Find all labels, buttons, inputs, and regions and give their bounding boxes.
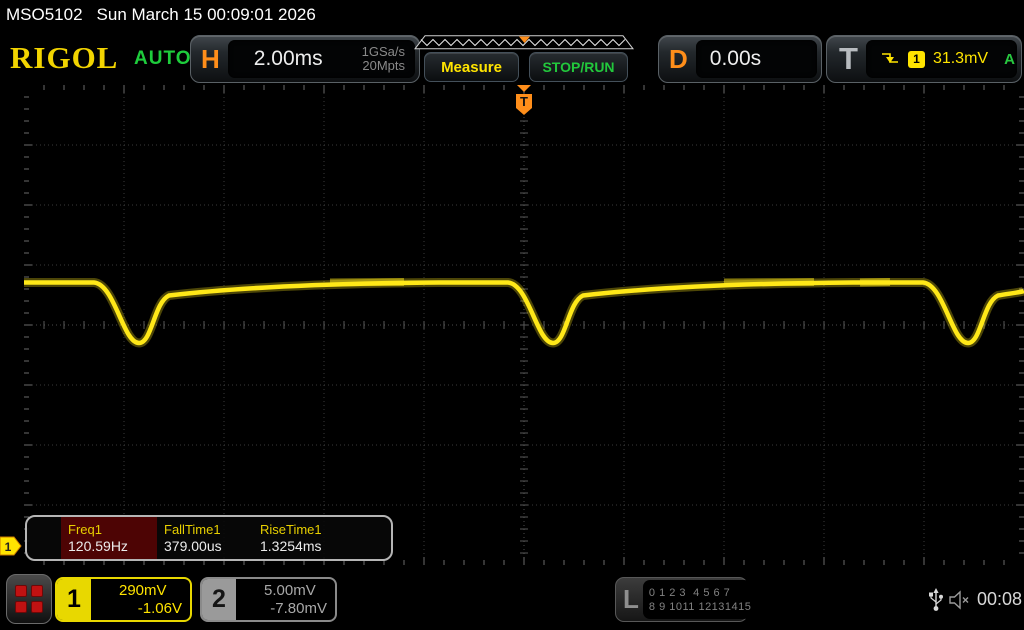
measurement-falltime[interactable]: FallTime1 379.00us xyxy=(157,517,253,559)
channel-2-scale: 5.00mV xyxy=(264,582,316,599)
measurement-value: 379.00us xyxy=(164,538,253,555)
channel-1-values: 290mV -1.06V xyxy=(91,579,190,620)
measurement-label: FallTime1 xyxy=(164,522,253,538)
horizontal-values: 2.00ms 1GSa/s 20Mpts xyxy=(228,40,415,78)
svg-text:1: 1 xyxy=(5,540,12,554)
acquisition-mode-status: AUTO xyxy=(134,48,191,70)
delay-values: 0.00s xyxy=(696,40,817,78)
logic-channel-list: 0 1 2 3 4 5 6 7 8 9 1011 12131415 xyxy=(643,580,752,619)
trigger-level-value: 31.3mV xyxy=(933,50,988,68)
channel-2-values: 5.00mV -7.80mV xyxy=(236,579,335,620)
measurement-risetime[interactable]: RiseTime1 1.3254ms xyxy=(253,517,349,559)
horizontal-settings-box[interactable]: H 2.00ms 1GSa/s 20Mpts xyxy=(190,35,420,83)
title-bar: MSO5102 Sun March 15 00:09:01 2026 xyxy=(6,5,316,25)
menu-grid-icon xyxy=(15,585,43,613)
ch1-ground-marker[interactable]: 1 xyxy=(0,536,22,556)
h-label: H xyxy=(191,44,228,75)
rigol-logo: RIGOL xyxy=(10,40,118,76)
measurement-label: Freq1 xyxy=(68,522,157,538)
delay-settings-box[interactable]: D 0.00s xyxy=(658,35,822,83)
scope-display-area[interactable]: T Freq1 120.59Hz FallTime1 379.00us Rise… xyxy=(24,85,1024,565)
t-label: T xyxy=(827,41,866,77)
channel-1-number: 1 xyxy=(57,579,91,620)
channel-1-block[interactable]: 1 290mV -1.06V xyxy=(55,577,192,622)
trigger-settings-box[interactable]: T 1 31.3mV A xyxy=(826,35,1022,83)
waveform-overview-bar[interactable] xyxy=(413,35,635,50)
measurement-freq[interactable]: Freq1 120.59Hz xyxy=(61,517,157,559)
trigger-values: 1 31.3mV A xyxy=(866,40,1017,78)
measurement-value: 120.59Hz xyxy=(68,538,157,555)
measurement-label: RiseTime1 xyxy=(260,522,349,538)
measurement-panel[interactable]: Freq1 120.59Hz FallTime1 379.00us RiseTi… xyxy=(25,515,393,561)
main-menu-button[interactable] xyxy=(6,574,52,624)
delay-value: 0.00s xyxy=(710,47,761,71)
logic-label: L xyxy=(616,584,643,615)
datetime-text: Sun March 15 00:09:01 2026 xyxy=(97,5,316,24)
sample-rate: 1GSa/s xyxy=(362,45,405,59)
model-name: MSO5102 xyxy=(6,5,83,24)
sample-rate-block: 1GSa/s 20Mpts xyxy=(362,45,405,73)
logic-row-2: 8 9 1011 12131415 xyxy=(649,600,752,614)
oscilloscope-screen: MSO5102Sun March 15 00:09:01 2026 RIGOL … xyxy=(0,0,1024,630)
timebase-value: 2.00ms xyxy=(254,47,323,71)
logic-row-1: 0 1 2 3 4 5 6 7 xyxy=(649,586,752,600)
measure-button[interactable]: Measure xyxy=(424,52,519,82)
uptime-clock: 00:08 xyxy=(977,589,1022,610)
trigger-source-badge: 1 xyxy=(908,51,925,68)
usb-icon xyxy=(928,587,944,613)
trigger-coupling: A xyxy=(1004,51,1015,68)
channel-2-offset: -7.80mV xyxy=(244,600,327,617)
channel-1-scale: 290mV xyxy=(119,582,167,599)
channel-1-offset: -1.06V xyxy=(99,600,182,617)
logic-channels-block[interactable]: L 0 1 2 3 4 5 6 7 8 9 1011 12131415 xyxy=(615,577,748,622)
waveform-display[interactable]: T xyxy=(24,85,1024,565)
channel-2-number: 2 xyxy=(202,579,236,620)
measurement-value: 1.3254ms xyxy=(260,538,349,555)
channel-2-block[interactable]: 2 5.00mV -7.80mV xyxy=(200,577,337,622)
d-label: D xyxy=(659,44,696,75)
stop-run-button[interactable]: STOP/RUN xyxy=(529,52,628,82)
speaker-muted-icon xyxy=(948,590,972,610)
svg-text:T: T xyxy=(520,94,528,109)
falling-edge-icon xyxy=(880,50,900,68)
memory-depth: 20Mpts xyxy=(362,59,405,73)
